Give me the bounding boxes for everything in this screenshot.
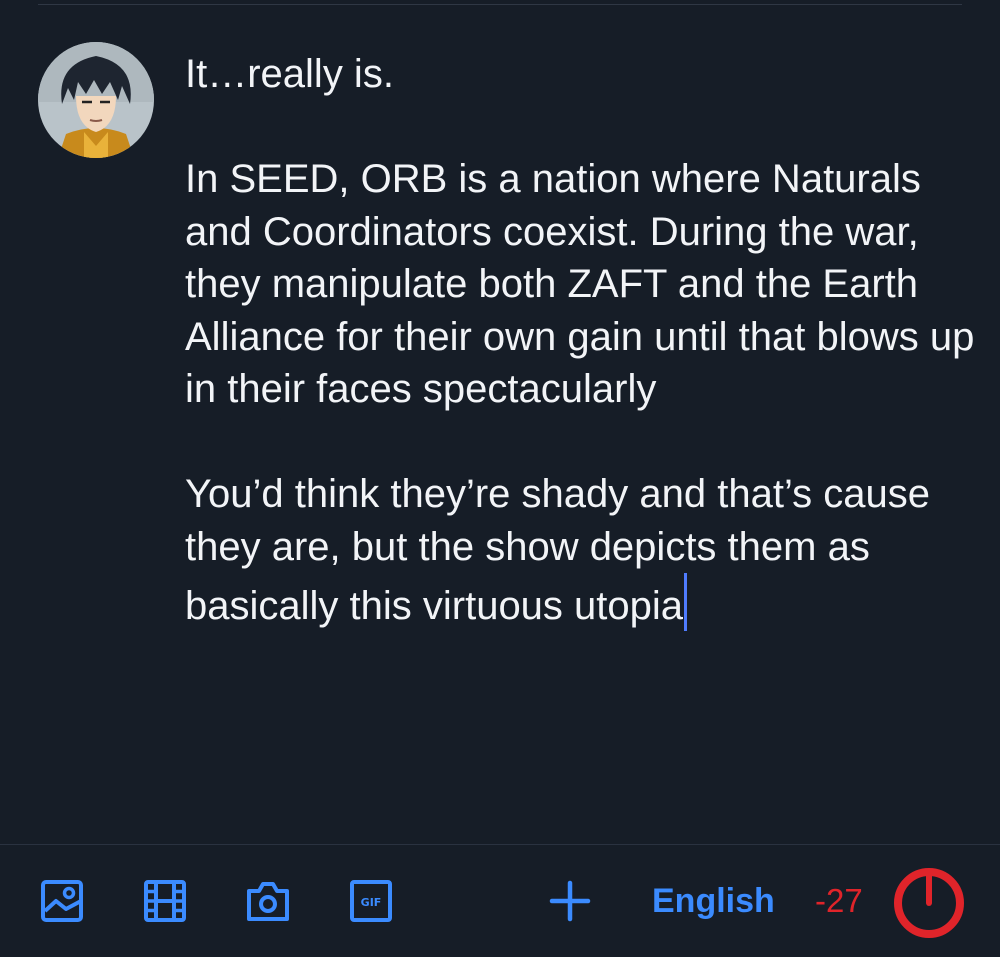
add-gif-button[interactable]: GIF: [348, 878, 394, 924]
gif-icon: GIF: [350, 880, 392, 922]
composer-paragraph-3: You’d think they’re shady and that’s cau…: [185, 468, 975, 633]
composer-toolbar: GIF English -27: [0, 845, 1000, 957]
language-selector[interactable]: English: [652, 879, 775, 923]
svg-text:GIF: GIF: [361, 896, 382, 909]
text-cursor: [684, 573, 688, 631]
add-image-button[interactable]: [39, 878, 85, 924]
add-video-button[interactable]: [142, 878, 188, 924]
camera-icon: [247, 882, 289, 921]
avatar-image: [38, 42, 154, 158]
video-icon: [144, 880, 186, 922]
compose-screen: It…really is. In SEED, ORB is a nation w…: [0, 0, 1000, 957]
camera-button[interactable]: [245, 878, 291, 924]
top-divider: [38, 4, 962, 5]
composer-paragraph-2: In SEED, ORB is a nation where Naturals …: [185, 157, 986, 411]
composer-paragraph-1: It…really is.: [185, 52, 394, 96]
plus-icon: [549, 880, 591, 922]
character-count: -27: [815, 882, 863, 919]
post-composer-textarea[interactable]: It…really is. In SEED, ORB is a nation w…: [185, 48, 975, 633]
composer-paragraph-3-text: You’d think they’re shady and that’s cau…: [185, 472, 942, 628]
character-limit-ring: [894, 868, 964, 938]
add-thread-button[interactable]: [547, 878, 593, 924]
image-icon: [41, 880, 83, 922]
avatar: [38, 42, 154, 158]
